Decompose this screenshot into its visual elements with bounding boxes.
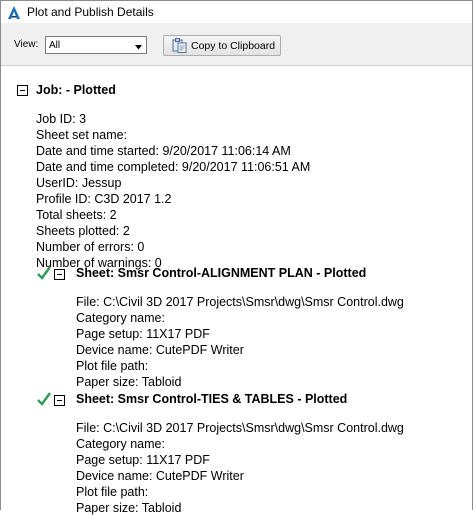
- toolbar: View: All Copy to Clipboard: [1, 23, 472, 66]
- job-detail-line: Date and time completed: 9/20/2017 11:06…: [36, 160, 311, 174]
- sheet-detail-line: File: C:\Civil 3D 2017 Projects\Smsr\dwg…: [76, 421, 404, 435]
- view-label: View:: [14, 39, 39, 50]
- sheet-detail-line: File: C:\Civil 3D 2017 Projects\Smsr\dwg…: [76, 295, 404, 309]
- sheet-detail-line: Page setup: 11X17 PDF: [76, 327, 210, 341]
- copy-to-clipboard-button[interactable]: Copy to Clipboard: [163, 35, 281, 56]
- checkmark-icon: [37, 392, 51, 410]
- job-detail-line: Date and time started: 9/20/2017 11:06:1…: [36, 144, 291, 158]
- sheet-detail-line: Device name: CutePDF Writer: [76, 469, 244, 483]
- chevron-down-icon: [135, 42, 142, 53]
- job-detail-line: Total sheets: 2: [36, 208, 117, 222]
- view-dropdown[interactable]: All: [45, 36, 147, 54]
- autocad-a-icon: [7, 5, 21, 19]
- sheet-detail-line: Plot file path:: [76, 485, 149, 499]
- title-bar[interactable]: Plot and Publish Details: [1, 1, 472, 23]
- job-heading: Job: - Plotted: [36, 83, 116, 97]
- job-collapse-toggle[interactable]: [17, 85, 28, 96]
- checkmark-icon: [37, 266, 51, 284]
- job-detail-line: UserID: Jessup: [36, 176, 122, 190]
- sheet-detail-line: Category name:: [76, 311, 165, 325]
- copy-button-label: Copy to Clipboard: [191, 39, 276, 52]
- job-detail-line: Job ID: 3: [36, 112, 87, 126]
- sheet-detail-line: Page setup: 11X17 PDF: [76, 453, 210, 467]
- job-detail-line: Sheets plotted: 2: [36, 224, 130, 238]
- sheet-detail-line: Plot file path:: [76, 359, 149, 373]
- job-detail-line: Profile ID: C3D 2017 1.2: [36, 192, 172, 206]
- clipboard-icon: [172, 38, 188, 53]
- view-selected-value: All: [49, 39, 61, 51]
- job-detail-line: Number of errors: 0: [36, 240, 145, 254]
- sheet-detail-line: Paper size: Tabloid: [76, 375, 182, 389]
- sheet-detail-line: Paper size: Tabloid: [76, 501, 182, 515]
- sheet-heading: Sheet: Smsr Control-ALIGNMENT PLAN - Plo…: [76, 266, 367, 280]
- details-panel[interactable]: Job: - Plotted Job ID: 3 Sheet set name:…: [1, 66, 472, 515]
- sheet-detail-line: Category name:: [76, 437, 165, 451]
- sheet-detail-line: Device name: CutePDF Writer: [76, 343, 244, 357]
- sheet-collapse-toggle[interactable]: [54, 395, 65, 406]
- plot-publish-details-window: Plot and Publish Details View: All Copy …: [0, 0, 473, 515]
- job-detail-line: Sheet set name:: [36, 128, 128, 142]
- sheet-heading: Sheet: Smsr Control-TIES & TABLES - Plot…: [76, 392, 348, 406]
- sheet-collapse-toggle[interactable]: [54, 269, 65, 280]
- window-title: Plot and Publish Details: [27, 5, 154, 19]
